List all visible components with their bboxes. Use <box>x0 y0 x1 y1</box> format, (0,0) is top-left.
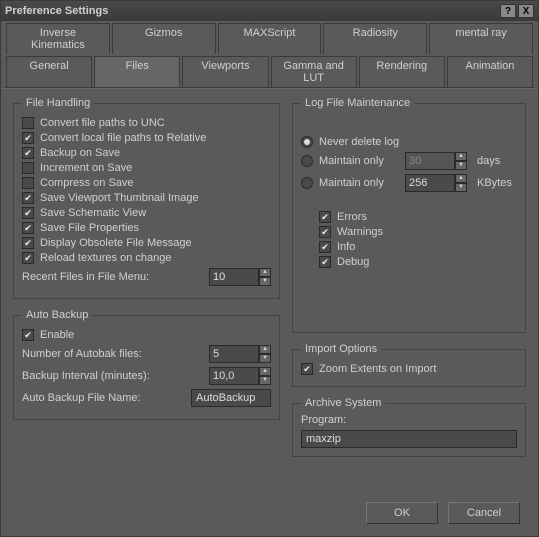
group-import-options: Import Options Zoom Extents on Import <box>292 349 526 387</box>
chk-fh-0[interactable] <box>22 117 34 129</box>
spin-down[interactable]: ▼ <box>455 161 467 170</box>
group-file-handling: File Handling Convert file paths to UNCC… <box>13 103 280 299</box>
radio-log-2[interactable] <box>301 177 313 189</box>
lbl-autobackup-name: Auto Backup File Name: <box>22 392 185 404</box>
titlebar: Preference Settings ? X <box>1 1 538 21</box>
chk-fh-4[interactable] <box>22 177 34 189</box>
content-area: File Handling Convert file paths to UNC C… <box>1 88 538 492</box>
chk-log-warnings[interactable] <box>319 226 331 238</box>
lbl-fh-8: Display Obsolete File Message <box>40 237 192 249</box>
spin-up[interactable]: ▲ <box>259 345 271 354</box>
tab-radiosity[interactable]: Radiosity <box>323 23 427 54</box>
chk-fh-8[interactable] <box>22 237 34 249</box>
unit-log-1: days <box>477 155 517 167</box>
recent-files-label: Recent Files in File Menu: <box>22 271 203 283</box>
chk-log-debug[interactable] <box>319 256 331 268</box>
tab-animation[interactable]: Animation <box>447 56 533 87</box>
lbl-fh-5: Save Viewport Thumbnail Image <box>40 192 199 204</box>
tab-inverse-kinematics[interactable]: Inverse Kinematics <box>6 23 110 54</box>
ok-button[interactable]: OK <box>366 502 438 524</box>
backup-interval-input[interactable] <box>209 367 259 385</box>
lbl-fh-3: Increment on Save <box>40 162 132 174</box>
spinner-log-1[interactable]: ▲▼ <box>405 152 467 170</box>
chk-fh-9[interactable] <box>22 252 34 264</box>
cancel-button[interactable]: Cancel <box>448 502 520 524</box>
help-button[interactable]: ? <box>500 4 516 18</box>
autobak-num-spinner[interactable]: ▲▼ <box>209 345 271 363</box>
lbl-log-warnings: Warnings <box>337 226 383 238</box>
lbl-enable-autobackup: Enable <box>40 329 74 341</box>
lbl-fh-6: Save Schematic View <box>40 207 146 219</box>
lbl-log-errors: Errors <box>337 211 367 223</box>
chk-fh-5[interactable] <box>22 192 34 204</box>
preferences-window: Preference Settings ? X Inverse Kinemati… <box>0 0 539 537</box>
tab-files[interactable]: Files <box>94 56 180 87</box>
lbl-program: Program: <box>301 414 517 426</box>
lbl-backup-interval: Backup Interval (minutes): <box>22 370 203 382</box>
tab-viewports[interactable]: Viewports <box>182 56 268 87</box>
tab-gamma-and-lut[interactable]: Gamma and LUT <box>271 56 357 87</box>
input-log-1[interactable] <box>405 152 455 170</box>
lbl-log-debug: Debug <box>337 256 369 268</box>
spin-up[interactable]: ▲ <box>455 152 467 161</box>
tab-general[interactable]: General <box>6 56 92 87</box>
lbl-fh-2: Backup on Save <box>40 147 120 159</box>
lbl-fh-7: Save File Properties <box>40 222 139 234</box>
spin-up[interactable]: ▲ <box>455 174 467 183</box>
tab-maxscript[interactable]: MAXScript <box>218 23 322 54</box>
lbl-log-radio-0: Never delete log <box>319 136 399 148</box>
unit-log-2: KBytes <box>477 177 517 189</box>
chk-fh-2[interactable] <box>22 147 34 159</box>
chk-fh-7[interactable] <box>22 222 34 234</box>
recent-files-input[interactable] <box>209 268 259 286</box>
lbl-fh-0: Convert file paths to UNC <box>40 117 165 129</box>
group-auto-backup: Auto Backup Enable Number of Autobak fil… <box>13 315 280 420</box>
chk-fh-1[interactable] <box>22 132 34 144</box>
lbl-log-info: Info <box>337 241 355 253</box>
autobak-num-input[interactable] <box>209 345 259 363</box>
radio-log-0[interactable] <box>301 136 313 148</box>
tab-row-2: GeneralFilesViewportsGamma and LUTRender… <box>1 54 538 87</box>
chk-log-info[interactable] <box>319 241 331 253</box>
chk-zoom-extents[interactable] <box>301 363 313 375</box>
tab-gizmos[interactable]: Gizmos <box>112 23 216 54</box>
footer: OK Cancel <box>1 492 538 536</box>
chk-fh-3[interactable] <box>22 162 34 174</box>
tab-row-1: Inverse KinematicsGizmosMAXScriptRadiosi… <box>1 21 538 54</box>
chk-log-errors[interactable] <box>319 211 331 223</box>
autobackup-name-input[interactable] <box>191 389 271 407</box>
spin-down[interactable]: ▼ <box>455 183 467 192</box>
lbl-fh-1: Convert local file paths to Relative <box>40 132 206 144</box>
radio-log-1[interactable] <box>301 155 313 167</box>
spin-up[interactable]: ▲ <box>259 367 271 376</box>
lbl-autobak-num: Number of Autobak files: <box>22 348 203 360</box>
chk-fh-6[interactable] <box>22 207 34 219</box>
legend-log-maintenance: Log File Maintenance <box>301 97 414 109</box>
legend-import-options: Import Options <box>301 343 381 355</box>
spin-down[interactable]: ▼ <box>259 354 271 363</box>
lbl-zoom-extents: Zoom Extents on Import <box>319 363 436 375</box>
group-archive-system: Archive System Program: <box>292 403 526 457</box>
input-log-2[interactable] <box>405 174 455 192</box>
program-input[interactable] <box>301 430 517 448</box>
recent-files-spinner[interactable]: ▲▼ <box>209 268 271 286</box>
spinner-log-2[interactable]: ▲▼ <box>405 174 467 192</box>
legend-file-handling: File Handling <box>22 97 94 109</box>
spin-up[interactable]: ▲ <box>259 268 271 277</box>
legend-auto-backup: Auto Backup <box>22 309 92 321</box>
lbl-log-radio-2: Maintain only <box>319 177 399 189</box>
backup-interval-spinner[interactable]: ▲▼ <box>209 367 271 385</box>
window-title: Preference Settings <box>5 5 498 17</box>
lbl-log-radio-1: Maintain only <box>319 155 399 167</box>
spin-down[interactable]: ▼ <box>259 277 271 286</box>
group-log-maintenance: Log File Maintenance Never delete logMai… <box>292 103 526 333</box>
spin-down[interactable]: ▼ <box>259 376 271 385</box>
lbl-fh-4: Compress on Save <box>40 177 134 189</box>
tab-rendering[interactable]: Rendering <box>359 56 445 87</box>
tab-mental-ray[interactable]: mental ray <box>429 23 533 54</box>
chk-enable-autobackup[interactable] <box>22 329 34 341</box>
legend-archive-system: Archive System <box>301 397 385 409</box>
close-button[interactable]: X <box>518 4 534 18</box>
lbl-fh-9: Reload textures on change <box>40 252 171 264</box>
